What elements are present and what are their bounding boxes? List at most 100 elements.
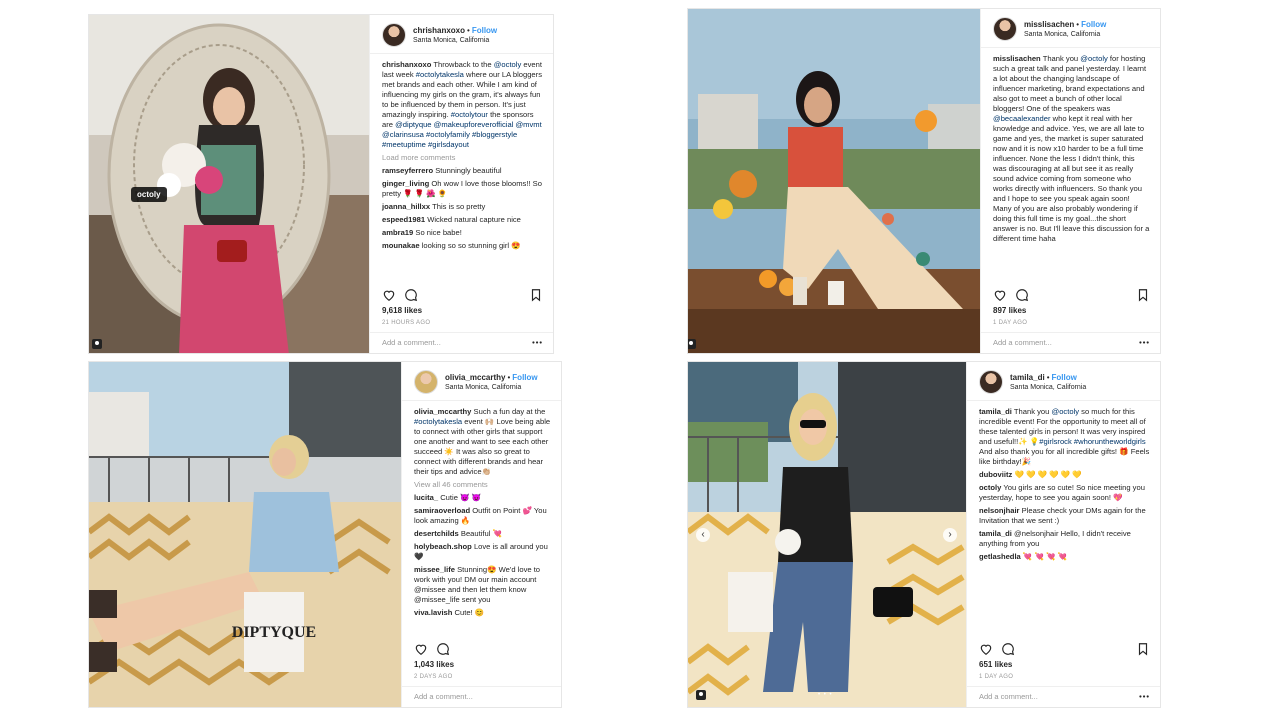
comment-text: You girls are so cute! So nice meeting y…	[979, 483, 1145, 502]
comment-username[interactable]: viva.lavish	[414, 608, 452, 617]
comment-icon[interactable]	[1015, 288, 1029, 302]
comment-username[interactable]: samiraoverload	[414, 506, 470, 515]
post-username[interactable]: misslisachen	[1024, 20, 1074, 29]
photo-tag-octoly[interactable]: octoly	[131, 187, 167, 202]
post-photo[interactable]: DIPTYQUE	[89, 362, 401, 707]
comment-username[interactable]: ginger_living	[382, 179, 429, 188]
caption-username[interactable]: olivia_mccarthy	[414, 407, 471, 416]
carousel-next-icon[interactable]: ›	[943, 528, 957, 542]
comment-icon[interactable]	[1001, 642, 1015, 656]
comment-username[interactable]: mounakae	[382, 241, 420, 250]
add-comment-input[interactable]: Add a comment...	[382, 338, 441, 347]
tagged-users-icon[interactable]	[688, 339, 696, 349]
avatar[interactable]	[414, 370, 438, 394]
add-comment-bar: Add a comment... •••	[370, 332, 553, 353]
comment-username[interactable]: holybeach.shop	[414, 542, 472, 551]
comment-username[interactable]: ramseyferrero	[382, 166, 433, 175]
post-caption: tamila_di Thank you @octoly so much for …	[979, 407, 1150, 467]
more-options-icon[interactable]: •••	[1139, 692, 1150, 701]
carousel-prev-icon[interactable]: ‹	[696, 528, 710, 542]
heart-icon[interactable]	[414, 642, 428, 656]
post-caption: misslisachen Thank you @octoly for hosti…	[993, 54, 1150, 244]
post-photo[interactable]: octoly	[89, 15, 369, 353]
comment-username[interactable]: joanna_hillxx	[382, 202, 430, 211]
caption-tag-link[interactable]: #octolytour	[451, 110, 488, 119]
caption-tag-link[interactable]: #octolytakesla	[416, 70, 464, 79]
avatar[interactable]	[382, 23, 406, 47]
follow-button[interactable]: Follow	[472, 26, 497, 35]
caption-tag-link[interactable]: #octolytakesla	[414, 417, 462, 426]
post-location[interactable]: Santa Monica, California	[413, 36, 497, 46]
add-comment-input[interactable]: Add a comment...	[979, 692, 1038, 701]
post-location[interactable]: Santa Monica, California	[445, 383, 538, 393]
follow-button[interactable]: Follow	[512, 373, 537, 382]
comment-text: This is so pretty	[432, 202, 486, 211]
avatar[interactable]	[979, 370, 1003, 394]
caption-tag-link[interactable]: @diptyque @makeupforeverofficial @mvmt @…	[382, 120, 542, 149]
post-location[interactable]: Santa Monica, California	[1010, 383, 1086, 393]
comment-username[interactable]: lucita_	[414, 493, 438, 502]
comment-username[interactable]: desertchilds	[414, 529, 459, 538]
follow-button[interactable]: Follow	[1052, 373, 1077, 382]
heart-icon[interactable]	[382, 288, 396, 302]
caption-tag-link[interactable]: 💡#girlsrock #whoruntheworldgirls	[1030, 437, 1146, 446]
comment-username[interactable]: tamila_di	[979, 529, 1012, 538]
more-options-icon[interactable]: •••	[1139, 338, 1150, 347]
comment-username[interactable]: ambra19	[382, 228, 413, 237]
comment-text: looking so so stunning girl 😍	[421, 241, 521, 250]
tagged-users-icon[interactable]	[696, 690, 706, 700]
comment-item: nelsonjhair Please check your DMs again …	[979, 506, 1150, 526]
likes-count[interactable]: 897 likes	[981, 304, 1160, 317]
comment-text: Stunningly beautiful	[435, 166, 502, 175]
action-bar	[402, 636, 561, 658]
post-username[interactable]: olivia_mccarthy	[445, 373, 505, 382]
load-more-comments-link[interactable]: Load more comments	[382, 153, 543, 163]
load-more-comments-link[interactable]: View all 46 comments	[414, 480, 551, 490]
bookmark-icon[interactable]	[1136, 642, 1150, 656]
comment-username[interactable]: nelsonjhair	[979, 506, 1020, 515]
post-username[interactable]: chrishanxoxo	[413, 26, 465, 35]
photo-woman-rooftop-oranges	[688, 9, 980, 353]
heart-icon[interactable]	[979, 642, 993, 656]
comment-username[interactable]: duboviitz	[979, 470, 1012, 479]
post-side-panel: misslisachen • Follow Santa Monica, Califo…	[980, 9, 1160, 353]
comment-username[interactable]: octoly	[979, 483, 1001, 492]
post-caption: chrishanxoxo Throwback to the @octoly ev…	[382, 60, 543, 150]
more-options-icon[interactable]: •••	[532, 338, 543, 347]
post-age: 1 DAY AGO	[993, 320, 1028, 326]
action-bar	[967, 636, 1160, 658]
post-photo[interactable]	[688, 9, 980, 353]
post-photo[interactable]: ‹ › • • •	[688, 362, 966, 707]
comment-username[interactable]: espeed1981	[382, 215, 425, 224]
post-username[interactable]: tamila_di	[1010, 373, 1045, 382]
caption-username[interactable]: misslisachen	[993, 54, 1041, 63]
avatar[interactable]	[993, 17, 1017, 41]
post-side-panel: tamila_di • Follow Santa Monica, Californi…	[966, 362, 1160, 707]
follow-button[interactable]: Follow	[1081, 20, 1106, 29]
post-location[interactable]: Santa Monica, California	[1024, 30, 1106, 40]
add-comment-input[interactable]: Add a comment...	[414, 692, 473, 701]
comment-icon[interactable]	[404, 288, 418, 302]
comment-username[interactable]: getlashedla	[979, 552, 1021, 561]
comment-icon[interactable]	[436, 642, 450, 656]
likes-count[interactable]: 651 likes	[967, 658, 1160, 671]
comment-item: viva.lavish Cute! 😊	[414, 608, 551, 618]
comment-username[interactable]: missee_life	[414, 565, 455, 574]
caption-tag-link[interactable]: @becaalexander	[993, 114, 1051, 123]
caption-username[interactable]: tamila_di	[979, 407, 1012, 416]
caption-username[interactable]: chrishanxoxo	[382, 60, 431, 69]
caption-tag-link[interactable]: @octoly	[1080, 54, 1108, 63]
likes-count[interactable]: 9,618 likes	[370, 304, 553, 317]
comments-list: tamila_di Thank you @octoly so much for …	[967, 401, 1160, 636]
add-comment-input[interactable]: Add a comment...	[993, 338, 1052, 347]
likes-count[interactable]: 1,043 likes	[402, 658, 561, 671]
caption-tag-link[interactable]: @octoly	[1051, 407, 1079, 416]
caption-tag-link[interactable]: @octoly	[494, 60, 522, 69]
comment-item: octoly You girls are so cute! So nice me…	[979, 483, 1150, 503]
photo-woman-peacock-chair	[89, 15, 369, 353]
tagged-users-icon[interactable]	[92, 339, 102, 349]
bookmark-icon[interactable]	[529, 288, 543, 302]
svg-text:DIPTYQUE: DIPTYQUE	[232, 624, 316, 641]
heart-icon[interactable]	[993, 288, 1007, 302]
bookmark-icon[interactable]	[1136, 288, 1150, 302]
